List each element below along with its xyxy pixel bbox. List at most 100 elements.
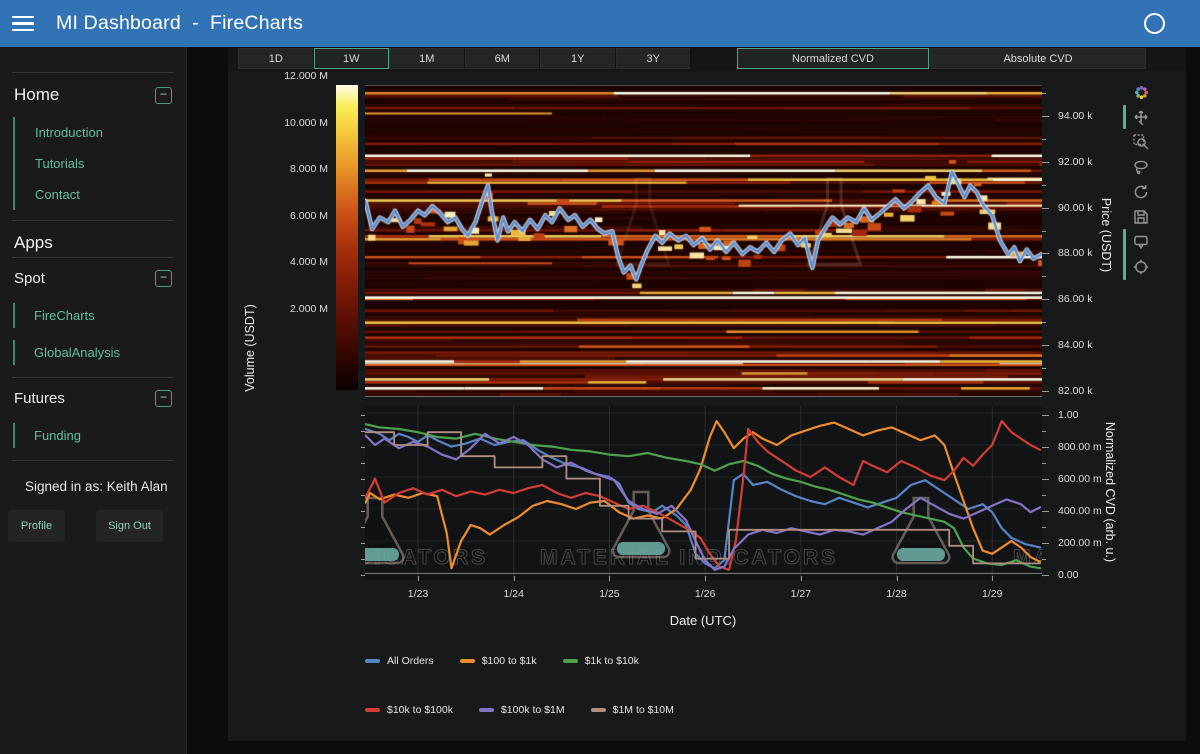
tick-mark: [801, 576, 802, 581]
x-tick-label: 1/29: [982, 588, 1002, 600]
tick-mark: [1042, 299, 1049, 300]
profile-button[interactable]: Profile: [8, 510, 65, 542]
legend-label: $100k to $1M: [501, 704, 565, 716]
legend-swatch: [365, 708, 380, 712]
legend-item--1m-to-10m[interactable]: $1M to $10M: [591, 704, 674, 716]
x-tick-label: 1/28: [886, 588, 906, 600]
sidebar-item-funding[interactable]: Funding: [34, 428, 186, 443]
hamburger-menu-icon[interactable]: [12, 16, 34, 31]
price-tick-label: 94.00 k: [1058, 110, 1092, 122]
chart-panel: 1D1W1M6M1Y3Y Normalized CVDAbsolute CVD …: [228, 48, 1186, 741]
collapse-icon[interactable]: −: [155, 390, 172, 407]
sign-out-button[interactable]: Sign Out: [96, 510, 163, 542]
autoscale-icon[interactable]: [1130, 181, 1152, 203]
tick-mark: [1042, 527, 1046, 528]
tick-mark: [361, 575, 365, 576]
price-tick-label: 86.00 k: [1058, 293, 1092, 305]
orderbook-heatmap-chart[interactable]: [365, 85, 1042, 397]
sidebar-item-tutorials[interactable]: Tutorials: [15, 148, 186, 179]
range-button-1m[interactable]: 1M: [389, 48, 465, 69]
sidebar-item-firecharts[interactable]: FireCharts: [34, 308, 186, 323]
tick-mark: [1042, 511, 1049, 512]
crosshair-icon[interactable]: [1130, 256, 1152, 278]
app-title: MI Dashboard - FireCharts: [56, 12, 303, 35]
save-icon[interactable]: [1130, 206, 1152, 228]
legend-item--10k-to-100k[interactable]: $10k to $100k: [365, 704, 453, 716]
tick-mark: [361, 543, 365, 544]
x-axis-title: Date (UTC): [670, 613, 736, 628]
zoom-icon[interactable]: [1130, 131, 1152, 153]
section-title-futures: Futures: [14, 390, 65, 407]
normalized-cvd-chart[interactable]: MATERIAL INDICATORSMATERIAL INDICATORSMA…: [365, 406, 1042, 580]
legend-swatch: [591, 708, 606, 712]
range-button-1y[interactable]: 1Y: [540, 48, 616, 69]
sidebar-item-globalanalysis-wrap: GlobalAnalysis: [13, 340, 186, 365]
tick-mark: [1042, 391, 1049, 392]
flask-liquid: [617, 542, 665, 555]
pan-icon[interactable]: [1130, 106, 1152, 128]
price-tick-label: 84.00 k: [1058, 339, 1092, 351]
tick-mark: [1042, 415, 1049, 416]
tick-mark: [1042, 208, 1049, 209]
tick-mark: [514, 576, 515, 581]
tick-mark: [361, 511, 365, 512]
price-tick-label: 90.00 k: [1058, 202, 1092, 214]
hover-icon[interactable]: [1130, 231, 1152, 253]
flask-liquid: [365, 548, 399, 561]
tick-mark: [1042, 463, 1046, 464]
legend-swatch: [479, 708, 494, 712]
sidebar-section-apps: Apps: [0, 221, 186, 257]
colorbar-tick-label: 2.000 M: [232, 303, 328, 315]
range-button-1w[interactable]: 1W: [314, 48, 390, 69]
sidebar-item-introduction[interactable]: Introduction: [15, 117, 186, 148]
sidebar-item-globalanalysis[interactable]: GlobalAnalysis: [34, 345, 186, 360]
x-tick-label: 1/27: [791, 588, 811, 600]
colorbar-tick-label: 6.000 M: [232, 210, 328, 222]
range-button-6m[interactable]: 6M: [465, 48, 541, 69]
tick-mark: [1042, 479, 1049, 480]
toolbar: 1D1W1M6M1Y3Y Normalized CVDAbsolute CVD: [228, 48, 1186, 71]
home-items: Introduction Tutorials Contact: [13, 117, 186, 210]
colorbar-tick-label: 10.000 M: [232, 117, 328, 129]
lasso-icon[interactable]: [1130, 156, 1152, 178]
legend-row-1: All Orders $100 to $1k $1k to $10k: [365, 655, 639, 667]
tick-mark: [361, 527, 365, 528]
legend-label: $1M to $10M: [613, 704, 674, 716]
tick-mark: [1042, 93, 1046, 94]
sidebar-item-contact[interactable]: Contact: [15, 179, 186, 210]
collapse-icon[interactable]: −: [155, 87, 172, 104]
tick-mark: [1042, 368, 1046, 369]
tick-mark: [418, 576, 419, 581]
colorbar-tick-label: 12.000 M: [232, 70, 328, 82]
x-tick-label: 1/25: [599, 588, 619, 600]
range-button-1d[interactable]: 1D: [238, 48, 314, 69]
tick-mark: [1042, 575, 1049, 576]
price-tick-label: 82.00 k: [1058, 385, 1092, 397]
tick-mark: [1042, 231, 1046, 232]
legend-item--1k-to-10k[interactable]: $1k to $10k: [563, 655, 639, 667]
legend-label: $10k to $100k: [387, 704, 453, 716]
cvd-axis-title: Normalized CVD (arb. u.): [1103, 422, 1117, 562]
tick-mark: [1042, 322, 1046, 323]
tick-mark: [361, 463, 365, 464]
tick-mark: [361, 431, 365, 432]
range-button-3y[interactable]: 3Y: [616, 48, 692, 69]
plotly-logo[interactable]: [1130, 81, 1152, 103]
tick-mark: [361, 495, 365, 496]
legend-label: $1k to $10k: [585, 655, 639, 667]
legend-label: All Orders: [387, 655, 434, 667]
legend-item--100k-to-1m[interactable]: $100k to $1M: [479, 704, 565, 716]
collapse-icon[interactable]: −: [155, 270, 172, 287]
legend-item--100-to-1k[interactable]: $100 to $1k: [460, 655, 537, 667]
x-tick-label: 1/23: [408, 588, 428, 600]
app-header: MI Dashboard - FireCharts: [0, 0, 1200, 47]
legend-swatch: [563, 659, 578, 663]
tick-mark: [1042, 139, 1046, 140]
tick-mark: [705, 576, 706, 581]
mode-button-absolute-cvd[interactable]: Absolute CVD: [930, 48, 1146, 69]
cvd-mode-buttons: Normalized CVDAbsolute CVD: [737, 48, 1146, 69]
section-title-home: Home: [14, 85, 59, 105]
mode-button-normalized-cvd[interactable]: Normalized CVD: [737, 48, 929, 69]
legend-item-all-orders[interactable]: All Orders: [365, 655, 434, 667]
status-circle-icon[interactable]: [1144, 13, 1165, 34]
